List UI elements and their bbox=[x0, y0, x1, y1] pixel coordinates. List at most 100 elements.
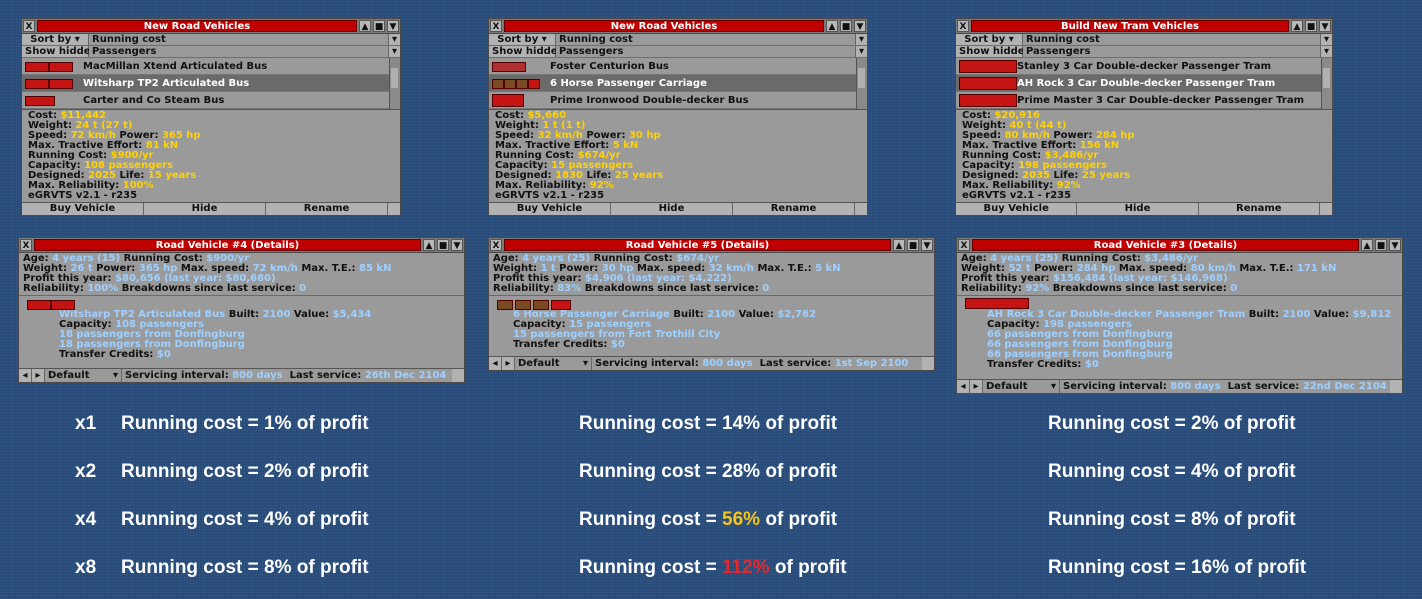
sticky-button[interactable]: ■ bbox=[437, 239, 449, 251]
multiplier-label: x2 bbox=[75, 461, 97, 482]
service-default-dropdown[interactable]: Default ▾ bbox=[983, 380, 1060, 393]
service-default-dropdown[interactable]: Default ▾ bbox=[515, 357, 592, 370]
cargo-filter-dropdown[interactable]: Passengers bbox=[1023, 46, 1320, 57]
vehicle-stats: Age: 4 years (25) Running Cost: $3,486/y… bbox=[957, 253, 1402, 296]
resize-grip-icon[interactable] bbox=[922, 357, 934, 370]
rename-button[interactable]: Rename bbox=[733, 203, 855, 215]
sticky-button[interactable]: ■ bbox=[907, 239, 919, 251]
pin-button[interactable]: ▼ bbox=[387, 20, 399, 32]
vehicle-info: Cost: $11,442 Weight: 24 t (27 t) Speed:… bbox=[22, 110, 400, 202]
chevron-right-icon[interactable]: ▸ bbox=[32, 369, 45, 382]
list-item[interactable]: 6 Horse Passenger Carriage bbox=[489, 75, 867, 92]
resize-grip-icon[interactable] bbox=[855, 203, 867, 215]
value-value: $2,762 bbox=[777, 309, 816, 320]
resize-grip-icon[interactable] bbox=[452, 369, 464, 382]
pin-button[interactable]: ▼ bbox=[854, 20, 866, 32]
stat-percent: 1% bbox=[264, 413, 292, 434]
chevron-down-icon[interactable]: ▾ bbox=[388, 46, 400, 57]
list-item[interactable]: Stanley 3 Car Double-decker Passenger Tr… bbox=[956, 58, 1332, 75]
title-bar[interactable]: X Road Vehicle #5 (Details) ▲ ■ ▼ bbox=[489, 238, 934, 253]
resize-grip-icon[interactable] bbox=[1319, 203, 1332, 215]
list-item[interactable]: Witsharp TP2 Articulated Bus bbox=[22, 75, 400, 92]
grf-name: eGRVTS v2.1 - r235 bbox=[962, 190, 1072, 201]
sticky-button[interactable]: ■ bbox=[1375, 239, 1387, 251]
pin-button[interactable]: ▼ bbox=[1319, 20, 1331, 32]
list-item[interactable]: Prime Ironwood Double-decker Bus bbox=[489, 92, 867, 109]
scrollbar[interactable] bbox=[856, 58, 867, 109]
show-hidden-button[interactable]: Show hidden bbox=[22, 46, 98, 57]
show-hidden-button[interactable]: Show hidden bbox=[489, 46, 565, 57]
buy-vehicle-button[interactable]: Buy Vehicle bbox=[489, 203, 611, 215]
chevron-left-icon[interactable]: ◂ bbox=[489, 357, 502, 370]
pin-button[interactable]: ▼ bbox=[451, 239, 463, 251]
vehicle-name: Prime Master 3 Car Double-decker Passeng… bbox=[1017, 94, 1304, 106]
chevron-left-icon[interactable]: ◂ bbox=[957, 380, 970, 393]
title-bar[interactable]: X New Road Vehicles ▲ ■ ▼ bbox=[22, 19, 400, 34]
sort-dropdown[interactable]: Running cost bbox=[556, 34, 855, 45]
pin-button[interactable]: ▼ bbox=[1389, 239, 1401, 251]
scrollbar[interactable] bbox=[389, 58, 400, 109]
close-button[interactable]: X bbox=[958, 239, 970, 251]
last-service-value: 26th Dec 2104 bbox=[364, 370, 447, 381]
tram-sprite-icon bbox=[959, 60, 1017, 73]
close-button[interactable]: X bbox=[490, 20, 502, 32]
sort-by-button[interactable]: Sort by ▾ bbox=[489, 34, 556, 45]
show-hidden-button[interactable]: Show hidden bbox=[956, 46, 1032, 57]
sort-by-button[interactable]: Sort by ▾ bbox=[22, 34, 89, 45]
pin-button[interactable]: ▼ bbox=[921, 239, 933, 251]
rename-button[interactable]: Rename bbox=[266, 203, 388, 215]
sticky-button[interactable]: ■ bbox=[840, 20, 852, 32]
hide-button[interactable]: Hide bbox=[144, 203, 266, 215]
hide-button[interactable]: Hide bbox=[611, 203, 733, 215]
cargo-filter-dropdown[interactable]: Passengers bbox=[556, 46, 855, 57]
buy-vehicle-button[interactable]: Buy Vehicle bbox=[956, 203, 1078, 215]
title-bar[interactable]: X Road Vehicle #4 (Details) ▲ ■ ▼ bbox=[19, 238, 464, 253]
chevron-down-icon[interactable]: ▾ bbox=[1320, 46, 1332, 57]
bus-sprite-icon bbox=[492, 94, 540, 107]
buy-vehicle-button[interactable]: Buy Vehicle bbox=[22, 203, 144, 215]
service-default-dropdown[interactable]: Default ▾ bbox=[45, 369, 122, 382]
close-button[interactable]: X bbox=[490, 239, 502, 251]
hide-button[interactable]: Hide bbox=[1077, 203, 1199, 215]
close-button[interactable]: X bbox=[957, 20, 969, 32]
cargo-filter-dropdown[interactable]: Passengers bbox=[89, 46, 388, 57]
shade-button[interactable]: ▲ bbox=[423, 239, 435, 251]
rename-button[interactable]: Rename bbox=[1198, 203, 1320, 215]
resize-grip-icon[interactable] bbox=[388, 203, 400, 215]
scrollbar[interactable] bbox=[1321, 58, 1332, 109]
chevron-right-icon[interactable]: ▸ bbox=[970, 380, 983, 393]
shade-button[interactable]: ▲ bbox=[359, 20, 371, 32]
sticky-button[interactable]: ■ bbox=[1305, 20, 1317, 32]
window-title: Build New Tram Vehicles bbox=[971, 20, 1289, 32]
tram-sprite-icon bbox=[965, 298, 1029, 310]
close-button[interactable]: X bbox=[23, 20, 35, 32]
chevron-left-icon[interactable]: ◂ bbox=[19, 369, 32, 382]
close-button[interactable]: X bbox=[20, 239, 32, 251]
list-item[interactable]: Prime Master 3 Car Double-decker Passeng… bbox=[956, 92, 1332, 109]
shade-button[interactable]: ▲ bbox=[893, 239, 905, 251]
chevron-right-icon[interactable]: ▸ bbox=[502, 357, 515, 370]
sort-dropdown[interactable]: Running cost bbox=[89, 34, 388, 45]
chevron-down-icon[interactable]: ▾ bbox=[1320, 34, 1332, 45]
resize-grip-icon[interactable] bbox=[1390, 380, 1402, 393]
title-bar[interactable]: X New Road Vehicles ▲ ■ ▼ bbox=[489, 19, 867, 34]
stat-percent: 4% bbox=[1191, 461, 1219, 482]
chevron-down-icon[interactable]: ▾ bbox=[388, 34, 400, 45]
shade-button[interactable]: ▲ bbox=[826, 20, 838, 32]
sort-dropdown[interactable]: Running cost bbox=[1023, 34, 1320, 45]
list-item[interactable]: AH Rock 3 Car Double-decker Passenger Tr… bbox=[956, 75, 1332, 92]
chevron-down-icon[interactable]: ▾ bbox=[855, 34, 867, 45]
sort-by-button[interactable]: Sort by ▾ bbox=[956, 34, 1023, 45]
sticky-button[interactable]: ■ bbox=[373, 20, 385, 32]
list-item[interactable]: Foster Centurion Bus bbox=[489, 58, 867, 75]
list-item[interactable]: Carter and Co Steam Bus bbox=[22, 92, 400, 109]
multiplier-label: x1 bbox=[75, 413, 97, 434]
shade-button[interactable]: ▲ bbox=[1361, 239, 1373, 251]
shade-button[interactable]: ▲ bbox=[1291, 20, 1303, 32]
chevron-down-icon: ▾ bbox=[74, 34, 80, 45]
list-item[interactable]: MacMillan Xtend Articulated Bus bbox=[22, 58, 400, 75]
title-bar[interactable]: X Build New Tram Vehicles ▲ ■ ▼ bbox=[956, 19, 1332, 34]
chevron-down-icon[interactable]: ▾ bbox=[855, 46, 867, 57]
title-bar[interactable]: X Road Vehicle #3 (Details) ▲ ■ ▼ bbox=[957, 238, 1402, 253]
chevron-down-icon: ▾ bbox=[541, 34, 547, 45]
